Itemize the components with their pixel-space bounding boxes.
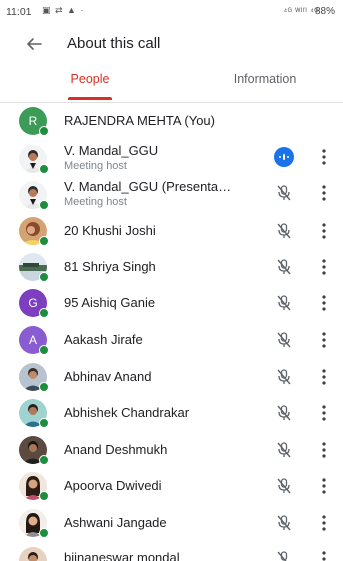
more-options-icon[interactable] [318, 403, 330, 423]
app-header: About this call [0, 22, 343, 66]
participant-name: 95 Aishiq Ganie [64, 295, 156, 310]
more-options-icon[interactable] [318, 221, 330, 241]
mic-muted-icon [277, 478, 291, 494]
participant-row[interactable]: Abhishek Chandrakar [0, 395, 343, 431]
online-status-dot [39, 200, 49, 210]
active-tab-indicator [68, 97, 112, 100]
online-status-dot [39, 272, 49, 282]
avatar [19, 509, 49, 538]
more-options-icon[interactable] [318, 257, 330, 277]
tab-bar: People Information [0, 66, 343, 103]
online-status-dot [39, 308, 49, 318]
participant-row[interactable]: Apoorva Dwivedi [0, 468, 343, 504]
participant-row[interactable]: bijnaneswar mondal [0, 543, 343, 561]
online-status-dot [39, 164, 49, 174]
participant-row[interactable]: V. Mandal_GGU (Presenta… Meeting host [0, 175, 343, 211]
online-status-dot [39, 418, 49, 428]
arrow-left-icon [27, 38, 42, 50]
more-options-icon[interactable] [318, 330, 330, 350]
participant-name: Anand Deshmukh [64, 442, 168, 457]
participant-row[interactable]: R RAJENDRA MEHTA (You) [0, 103, 343, 139]
tab-information[interactable]: Information [210, 72, 320, 102]
person-photo-icon [19, 547, 47, 561]
participant-name: 81 Shriya Singh [64, 259, 156, 274]
status-bar: 11:01 ▣ ⇄ ▲ · ⁴ᴳ ᵂᴵᶠᴵ ⁴ᴳ 88% [0, 0, 343, 22]
online-status-dot [39, 528, 49, 538]
mic-muted-icon [277, 442, 291, 458]
avatar [19, 436, 49, 465]
participant-row[interactable]: 81 Shriya Singh [0, 249, 343, 285]
more-options-icon[interactable] [318, 476, 330, 496]
mic-muted-icon [277, 332, 291, 348]
notification-icons: ▣ ⇄ ▲ · [42, 5, 85, 15]
mic-muted-icon [277, 259, 291, 275]
signal-icons: ⁴ᴳ ᵂᴵᶠᴵ ⁴ᴳ [283, 6, 319, 16]
more-options-icon[interactable] [318, 440, 330, 460]
avatar: A [19, 326, 49, 355]
participant-row[interactable]: V. Mandal_GGU Meeting host [0, 139, 343, 175]
online-status-dot [39, 345, 49, 355]
more-options-icon[interactable] [318, 147, 330, 167]
more-options-icon[interactable] [318, 183, 330, 203]
avatar: G [19, 289, 49, 318]
online-status-dot [39, 236, 49, 246]
participant-role: Meeting host [64, 160, 127, 172]
avatar [19, 253, 49, 282]
avatar [19, 181, 49, 210]
avatar [19, 363, 49, 392]
speaking-indicator-icon [274, 147, 294, 167]
mic-muted-icon [277, 551, 288, 561]
avatar [19, 145, 49, 174]
participant-name: Apoorva Dwivedi [64, 478, 162, 493]
mic-muted-icon [277, 515, 291, 531]
avatar [19, 472, 49, 501]
more-options-icon[interactable] [318, 367, 330, 387]
participant-name: Abhishek Chandrakar [64, 405, 190, 420]
avatar [19, 399, 49, 428]
participant-name: V. Mandal_GGU [64, 143, 159, 158]
back-button[interactable] [22, 32, 46, 56]
online-status-dot [39, 126, 49, 136]
mic-muted-icon [277, 405, 291, 421]
mic-muted-icon [277, 369, 291, 385]
participant-name: V. Mandal_GGU (Presenta… [64, 179, 232, 194]
participant-role: Meeting host [64, 196, 127, 208]
participant-name: RAJENDRA MEHTA (You) [64, 113, 215, 128]
participant-row[interactable]: G 95 Aishiq Ganie [0, 285, 343, 321]
avatar: R [19, 107, 49, 136]
participant-row[interactable]: A Aakash Jirafe [0, 322, 343, 358]
more-options-icon[interactable] [318, 293, 330, 313]
participant-name: Abhinav Anand [64, 369, 152, 384]
battery-level: 88% [314, 6, 335, 17]
status-time: 11:01 [6, 6, 32, 18]
online-status-dot [39, 491, 49, 501]
participant-name: Aakash Jirafe [64, 332, 143, 347]
page-title: About this call [67, 35, 161, 52]
participant-row[interactable]: 20 Khushi Joshi [0, 213, 343, 249]
avatar [19, 217, 49, 246]
mic-muted-icon [277, 185, 291, 201]
participant-name: 20 Khushi Joshi [64, 223, 156, 238]
avatar [19, 547, 47, 561]
mic-muted-icon [277, 295, 291, 311]
more-options-icon[interactable] [318, 549, 330, 561]
online-status-dot [39, 382, 49, 392]
participant-row[interactable]: Anand Deshmukh [0, 432, 343, 468]
more-options-icon[interactable] [318, 513, 330, 533]
participant-row[interactable]: Ashwani Jangade [0, 505, 343, 541]
participant-row[interactable]: Abhinav Anand [0, 359, 343, 395]
mic-muted-icon [277, 223, 291, 239]
participant-name: Ashwani Jangade [64, 515, 167, 530]
participant-name: bijnaneswar mondal [64, 550, 180, 561]
online-status-dot [39, 455, 49, 465]
